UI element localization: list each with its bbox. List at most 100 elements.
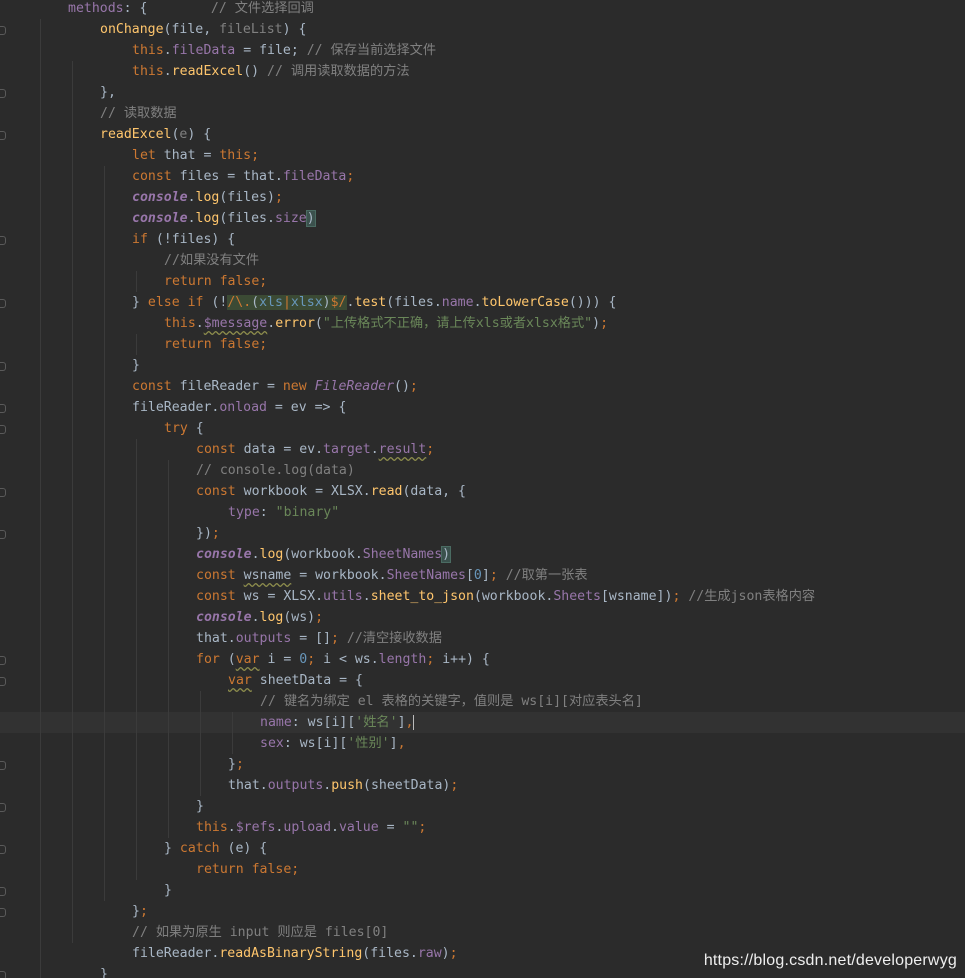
code-line[interactable]: for (var i = 0; i < ws.length; i++) { bbox=[196, 649, 490, 670]
indent-guide bbox=[72, 61, 73, 943]
code-line[interactable]: } bbox=[164, 880, 172, 901]
code-token: fileReader. bbox=[132, 946, 220, 961]
code-line[interactable]: } catch (e) { bbox=[164, 838, 267, 859]
code-line[interactable]: //如果没有文件 bbox=[164, 250, 259, 271]
code-line[interactable]: readExcel(e) { bbox=[100, 124, 211, 145]
code-line[interactable]: } bbox=[100, 964, 108, 978]
code-line[interactable]: const files = that.fileData; bbox=[132, 166, 354, 187]
code-line[interactable]: return false; bbox=[164, 271, 267, 292]
code-line[interactable]: // 读取数据 bbox=[100, 103, 177, 124]
code-line[interactable]: sex: ws[i]['性别'], bbox=[260, 733, 406, 754]
fold-marker-icon[interactable] bbox=[0, 89, 6, 98]
code-token: . bbox=[473, 295, 482, 310]
code-token: i < ws. bbox=[323, 652, 379, 667]
code-line[interactable]: onChange(file, fileList) { bbox=[100, 19, 306, 40]
code-line[interactable]: that.outputs.push(sheetData); bbox=[228, 775, 458, 796]
code-token: name bbox=[441, 295, 474, 310]
indent-guide bbox=[136, 439, 137, 880]
code-token: utils bbox=[323, 589, 363, 604]
fold-marker-icon[interactable] bbox=[0, 299, 6, 308]
code-line[interactable]: }; bbox=[228, 754, 244, 775]
code-token: //如果没有文件 bbox=[164, 253, 260, 268]
code-line[interactable]: type: "binary" bbox=[228, 502, 339, 523]
code-token: }, bbox=[100, 85, 116, 100]
fold-marker-icon[interactable] bbox=[0, 530, 6, 539]
fold-marker-icon[interactable] bbox=[0, 908, 6, 917]
fold-marker-icon[interactable] bbox=[0, 362, 6, 371]
fold-marker-icon[interactable] bbox=[0, 761, 6, 770]
code-line[interactable]: that.outputs = []; //清空接收数据 bbox=[196, 628, 442, 649]
code-line[interactable]: methods: { // 文件选择回调 bbox=[68, 0, 314, 19]
code-token: ( bbox=[314, 316, 323, 331]
code-token: type bbox=[228, 505, 260, 520]
code-line[interactable]: console.log(ws); bbox=[196, 607, 323, 628]
code-line[interactable]: fileReader.readAsBinaryString(files.raw)… bbox=[132, 943, 458, 964]
code-line[interactable]: } bbox=[132, 355, 140, 376]
code-line[interactable]: const wsname = workbook.SheetNames[0]; /… bbox=[196, 565, 588, 586]
code-line[interactable]: // 如果为原生 input 则应是 files[0] bbox=[132, 922, 388, 943]
code-line[interactable]: this.readExcel() // 调用读取数据的方法 bbox=[132, 61, 410, 82]
code-token: const bbox=[196, 568, 244, 583]
code-token: var bbox=[228, 673, 252, 688]
fold-marker-icon[interactable] bbox=[0, 971, 6, 978]
code-token: . bbox=[163, 43, 172, 58]
code-line[interactable]: } else if (!/\.(xls|xlsx)$/. test(files.n… bbox=[132, 292, 617, 313]
code-line[interactable]: const ws = XLSX.utils.sheet_to_json(work… bbox=[196, 586, 815, 607]
code-token: toLowerCase bbox=[481, 295, 569, 310]
fold-marker-icon[interactable] bbox=[0, 26, 6, 35]
code-line[interactable]: }, bbox=[100, 82, 116, 103]
code-line[interactable]: if (!files) { bbox=[132, 229, 235, 250]
code-token: ; bbox=[211, 526, 220, 541]
code-line[interactable]: } bbox=[196, 796, 204, 817]
code-line[interactable]: console.log(workbook.SheetNames) bbox=[196, 544, 452, 565]
code-token: "上传格式不正确，请上传xls或者xlsx格式" bbox=[322, 316, 593, 331]
code-token: return false; bbox=[164, 337, 268, 352]
code-line[interactable]: }); bbox=[196, 523, 220, 544]
fold-marker-icon[interactable] bbox=[0, 803, 6, 812]
code-token: } bbox=[132, 295, 148, 310]
code-token: SheetNames bbox=[386, 568, 466, 583]
code-line[interactable]: }; bbox=[132, 901, 148, 922]
code-line[interactable]: return false; bbox=[164, 334, 267, 355]
code-line[interactable]: this.fileData = file; // 保存当前选择文件 bbox=[132, 40, 436, 61]
code-line[interactable]: name: ws[i]['姓名'], bbox=[260, 712, 415, 733]
fold-marker-icon[interactable] bbox=[0, 425, 6, 434]
code-token: // console.log(data) bbox=[196, 463, 355, 478]
code-editor[interactable]: methods: { // 文件选择回调 onChange(file, fileL… bbox=[0, 0, 965, 978]
code-line[interactable]: this.$message.error("上传格式不正确，请上传xls或者xls… bbox=[164, 313, 608, 334]
fold-marker-icon[interactable] bbox=[0, 236, 6, 245]
code-line[interactable]: this.$refs.upload.value = ""; bbox=[196, 817, 426, 838]
code-token: upload bbox=[283, 820, 332, 835]
code-token: wsname bbox=[243, 568, 292, 583]
code-token: ; bbox=[600, 316, 609, 331]
code-area[interactable]: methods: { // 文件选择回调 onChange(file, fileL… bbox=[36, 0, 965, 978]
code-line[interactable]: fileReader.onload = ev => { bbox=[132, 397, 346, 418]
code-line[interactable]: return false; bbox=[196, 859, 299, 880]
code-line[interactable]: // 键名为绑定 el 表格的关键字，值则是 ws[i][对应表头名] bbox=[260, 691, 643, 712]
code-line[interactable]: const fileReader = new FileReader(); bbox=[132, 376, 418, 397]
code-line[interactable]: // console.log(data) bbox=[196, 460, 355, 481]
code-line[interactable]: const data = ev.target.result; bbox=[196, 439, 434, 460]
code-token: for bbox=[196, 652, 228, 667]
code-line[interactable]: console.log(files); bbox=[132, 187, 283, 208]
code-token: fileData bbox=[171, 43, 236, 58]
code-line[interactable]: const workbook = XLSX.read(data, { bbox=[196, 481, 466, 502]
code-token: target bbox=[323, 442, 371, 457]
fold-marker-icon[interactable] bbox=[0, 488, 6, 497]
fold-marker-icon[interactable] bbox=[0, 404, 6, 413]
fold-marker-icon[interactable] bbox=[0, 656, 6, 665]
code-token: 0 bbox=[473, 568, 482, 583]
code-line[interactable]: let that = this; bbox=[132, 145, 259, 166]
code-line[interactable]: try { bbox=[164, 418, 204, 439]
code-line[interactable]: var sheetData = { bbox=[228, 670, 363, 691]
fold-marker-icon[interactable] bbox=[0, 677, 6, 686]
code-token: //清空接收数据 bbox=[346, 631, 442, 646]
fold-marker-icon[interactable] bbox=[0, 131, 6, 140]
code-line[interactable]: console.log(files.size) bbox=[132, 208, 316, 229]
code-token: . bbox=[227, 820, 236, 835]
code-token: ) { bbox=[187, 127, 212, 142]
code-token: ())) { bbox=[568, 295, 617, 310]
code-token: . bbox=[251, 610, 260, 625]
fold-marker-icon[interactable] bbox=[0, 887, 6, 896]
fold-marker-icon[interactable] bbox=[0, 845, 6, 854]
